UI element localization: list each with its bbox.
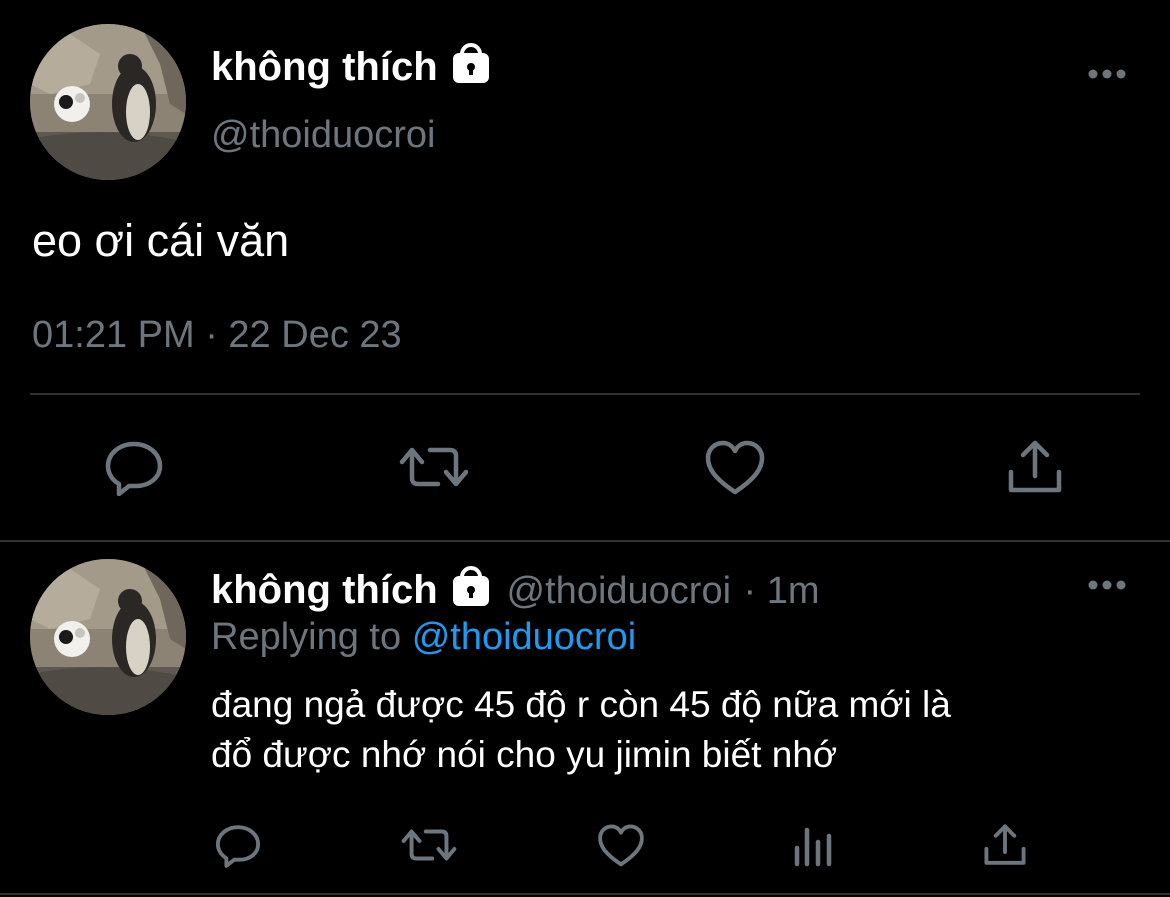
more-horizontal-icon[interactable] (1087, 578, 1127, 592)
reply-icon[interactable] (103, 438, 165, 496)
avatar[interactable] (30, 24, 186, 180)
retweet-icon[interactable] (400, 822, 458, 868)
like-icon[interactable] (704, 438, 766, 496)
bottom-divider (0, 893, 1170, 895)
handle[interactable]: @thoiduocroi (211, 116, 435, 154)
avatar[interactable] (30, 559, 186, 715)
display-name[interactable]: không thích (211, 568, 438, 612)
display-name[interactable]: không thích (211, 45, 438, 89)
lock-icon (450, 566, 492, 613)
divider (30, 393, 1140, 395)
reply-icon[interactable] (214, 822, 262, 868)
tweet-text: eo ơi cái văn (32, 215, 290, 266)
replying-to: Replying to @thoiduocroi (211, 618, 636, 656)
reply-text-line: đổ được nhớ nói cho yu jimin biết nhớ (211, 734, 838, 775)
handle[interactable]: @thoiduocroi (507, 570, 731, 612)
lock-icon (450, 43, 492, 90)
share-icon[interactable] (1004, 438, 1066, 496)
replying-to-label: Replying to (211, 616, 402, 658)
replying-to-handle-link[interactable]: @thoiduocroi (412, 616, 636, 658)
section-divider (0, 540, 1170, 542)
retweet-icon[interactable] (398, 438, 470, 496)
analytics-icon[interactable] (791, 822, 835, 868)
relative-time[interactable]: · 1m (743, 570, 819, 612)
like-icon[interactable] (597, 822, 645, 868)
reply-text: đang ngả được 45 độ r còn 45 độ nữa mới … (211, 680, 951, 780)
more-horizontal-icon[interactable] (1087, 67, 1127, 81)
reply-text-line: đang ngả được 45 độ r còn 45 độ nữa mới … (211, 684, 951, 725)
timestamp[interactable]: 01:21 PM · 22 Dec 23 (32, 316, 402, 354)
share-icon[interactable] (981, 822, 1029, 868)
